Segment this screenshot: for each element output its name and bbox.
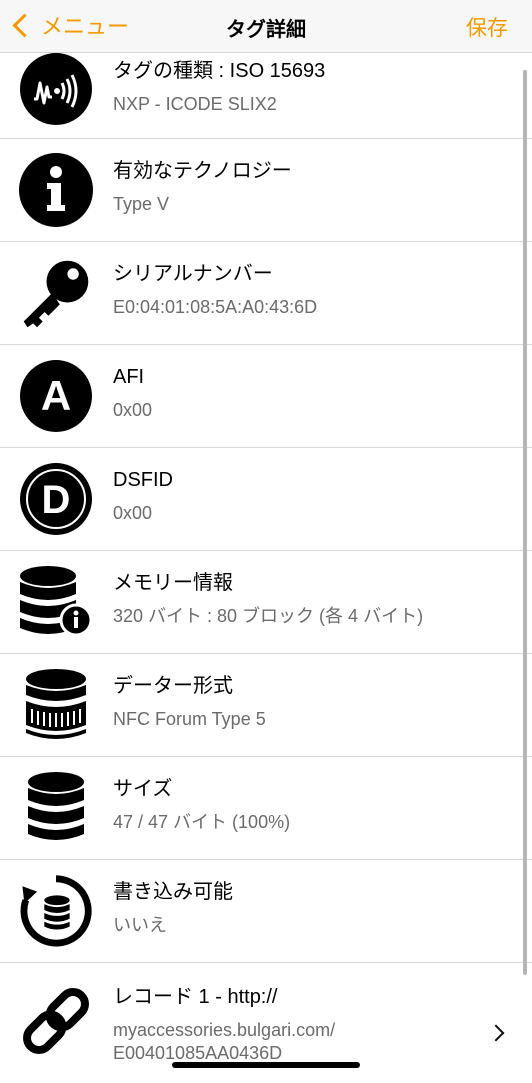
- database-format-icon: [18, 667, 94, 743]
- row-value: myaccessories.bulgari.com/ E00401085AA04…: [113, 1019, 492, 1065]
- row-title: タグの種類 : ISO 15693: [113, 60, 326, 82]
- home-indicator: [172, 1062, 360, 1068]
- row-value: E0:04:01:08:5A:A0:43:6D: [113, 297, 318, 317]
- row-value: いいえ: [113, 915, 167, 935]
- row-title: AFI: [113, 366, 145, 388]
- database-icon: [18, 770, 94, 846]
- row-value: Type V: [113, 194, 170, 214]
- back-button[interactable]: メニュー: [10, 8, 129, 42]
- list-item-serial-number[interactable]: シリアルナンバー E0:04:01:08:5A:A0:43:6D: [0, 242, 532, 345]
- svg-text:D: D: [42, 478, 71, 522]
- key-icon: [18, 255, 94, 331]
- database-info-icon: [18, 564, 94, 640]
- row-value: 0x00: [113, 400, 153, 420]
- list-item-afi[interactable]: A AFI 0x00: [0, 345, 532, 448]
- record-url-line-1: myaccessories.bulgari.com/: [113, 1020, 336, 1040]
- row-value: 47 / 47 バイト (100%): [113, 812, 291, 832]
- svg-text:A: A: [41, 372, 71, 419]
- row-title: データー形式: [113, 675, 233, 697]
- row-value: NFC Forum Type 5: [113, 709, 266, 729]
- database-refresh-icon: [18, 873, 94, 949]
- row-value: NXP - ICODE SLIX2: [113, 94, 277, 114]
- list-item-technology[interactable]: 有効なテクノロジー Type V: [0, 139, 532, 242]
- chevron-left-icon: [12, 12, 37, 38]
- back-label: メニュー: [41, 14, 130, 39]
- list-item-memory-info[interactable]: メモリー情報 320 バイト : 80 ブロック (各 4 バイト): [0, 551, 532, 654]
- row-title: シリアルナンバー: [113, 263, 273, 285]
- row-value: 0x00: [113, 503, 153, 523]
- info-icon: [18, 152, 94, 228]
- row-title: メモリー情報: [113, 572, 233, 594]
- save-button[interactable]: 保存: [466, 12, 508, 42]
- list-item-tag-type[interactable]: タグの種類 : ISO 15693 NXP - ICODE SLIX2: [0, 52, 532, 139]
- link-icon: [18, 983, 94, 1059]
- nfc-sound-icon: [18, 51, 94, 127]
- list-item-size[interactable]: サイズ 47 / 47 バイト (100%): [0, 757, 532, 860]
- row-title: 書き込み可能: [113, 881, 233, 903]
- row-title: 有効なテクノロジー: [113, 160, 292, 182]
- letter-a-icon: A: [18, 358, 94, 434]
- row-title: サイズ: [113, 778, 173, 800]
- letter-d-icon: D: [18, 461, 94, 537]
- row-title: レコード 1 - http://: [113, 986, 278, 1008]
- navigation-bar: メニュー タグ詳細 保存: [0, 0, 532, 53]
- row-value: 320 バイト : 80 ブロック (各 4 バイト): [113, 606, 424, 626]
- scrollbar[interactable]: [523, 70, 527, 975]
- list-item-writable[interactable]: 書き込み可能 いいえ: [0, 860, 532, 963]
- list-item-data-format[interactable]: データー形式 NFC Forum Type 5: [0, 654, 532, 757]
- row-title: DSFID: [113, 469, 173, 491]
- list-item-dsfid[interactable]: D DSFID 0x00: [0, 448, 532, 551]
- tag-details-list: タグの種類 : ISO 15693 NXP - ICODE SLIX2 有効なテ…: [0, 52, 532, 1083]
